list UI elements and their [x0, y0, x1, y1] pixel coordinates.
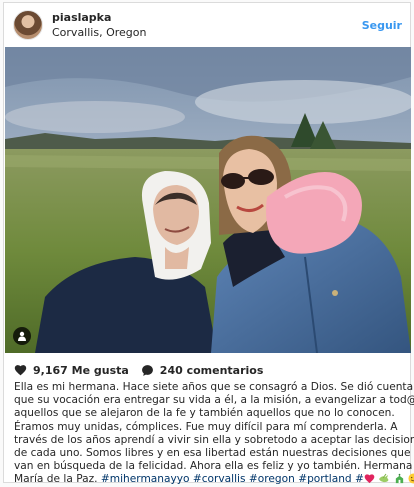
- caption-line: aquellos que se alejaron de la fe y tamb…: [14, 407, 395, 420]
- caption-line: que su vocación era entregar su vida a é…: [14, 394, 414, 407]
- username-link[interactable]: piaslapka: [52, 11, 111, 24]
- avatar[interactable]: [13, 10, 43, 40]
- caption-line: Ella es mi hermana. Hace siete años que …: [14, 381, 414, 393]
- caption-text: María de la Paz.: [14, 473, 101, 486]
- post-caption: Ella es mi hermana. Hace siete años que …: [14, 381, 414, 487]
- dove-emoji-icon: [379, 474, 389, 483]
- caption-line: Éramos muy unidas, cómplices. Fue muy di…: [14, 420, 398, 433]
- person-tag-icon[interactable]: [13, 327, 31, 345]
- comment-bubble-icon[interactable]: [141, 364, 154, 377]
- hashtag-link[interactable]: #: [355, 473, 364, 485]
- heart-icon[interactable]: [14, 364, 27, 376]
- location-link[interactable]: Corvallis, Oregon: [52, 26, 146, 39]
- hashtag-link[interactable]: #oregon: [249, 473, 295, 485]
- caption-line: van en búsqueda de la felicidad. Ahora e…: [14, 460, 413, 473]
- hashtag-link[interactable]: #portland: [298, 473, 351, 485]
- heart-emoji-icon: [364, 474, 375, 484]
- follow-button[interactable]: Seguir: [362, 19, 402, 32]
- smiling-face-emoji-icon: [408, 473, 414, 484]
- likes-count: 9,167 Me gusta: [33, 363, 129, 377]
- church-emoji-icon: [395, 474, 403, 484]
- caption-line: través de los años aprendí a vivir sin e…: [14, 433, 414, 446]
- comments-group[interactable]: 240 comentarios: [141, 363, 264, 377]
- hashtag-link[interactable]: #mihermanayyo: [101, 473, 190, 485]
- instagram-post-card: piaslapka Corvallis, Oregon Seguir 9,167…: [3, 2, 414, 485]
- engagement-bar: 9,167 Me gusta 240 comentarios: [14, 362, 275, 378]
- hashtag-link[interactable]: #corvallis: [193, 473, 246, 485]
- post-header: piaslapka Corvallis, Oregon Seguir: [4, 3, 410, 47]
- post-photo[interactable]: [5, 47, 411, 353]
- likes-group[interactable]: 9,167 Me gusta: [14, 364, 129, 377]
- comments-count: 240 comentarios: [159, 363, 264, 377]
- caption-line: de cada uno. Somos libres y en esa liber…: [14, 447, 411, 460]
